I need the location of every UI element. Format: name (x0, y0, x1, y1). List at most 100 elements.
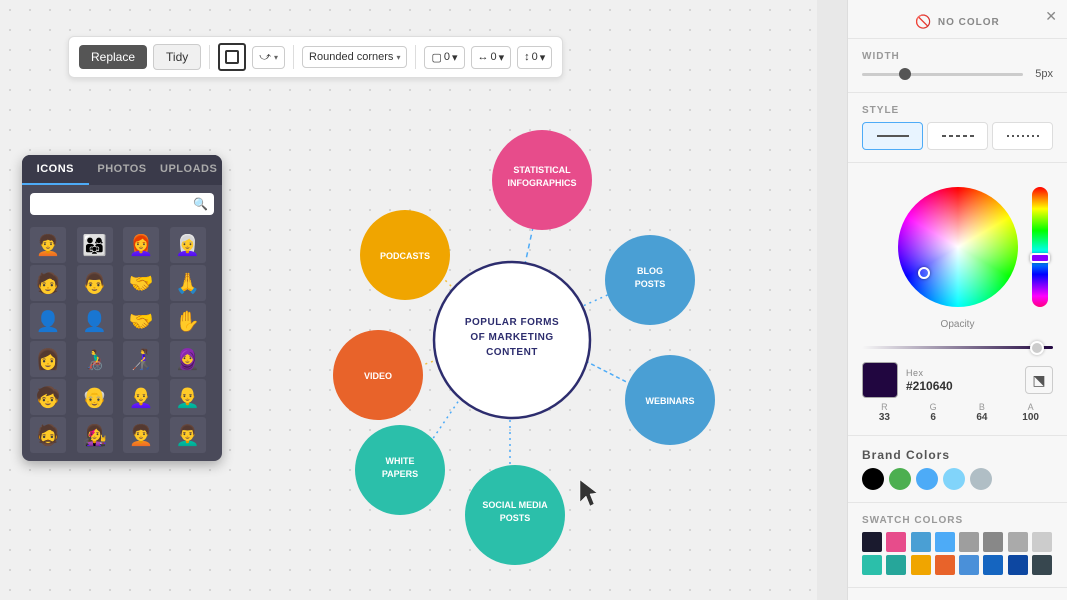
solid-line-icon (877, 135, 909, 137)
h-value: 0 (491, 51, 497, 63)
r-label: R (862, 402, 907, 412)
list-item[interactable]: 🧑‍🦱 (123, 417, 159, 453)
brand-swatch[interactable] (862, 468, 884, 490)
tab-uploads[interactable]: UPLOADS (155, 155, 222, 185)
swatch-item[interactable] (1032, 532, 1052, 552)
opacity-row (862, 336, 1053, 354)
swatch-item[interactable] (1032, 555, 1052, 575)
swatch-item[interactable] (911, 555, 931, 575)
swatch-item[interactable] (862, 555, 882, 575)
solid-style-option[interactable] (862, 122, 923, 150)
swatch-item[interactable] (1008, 555, 1028, 575)
right-panel: ✕ 🚫 NO COLOR WIDTH 5px STYLE (847, 0, 1067, 600)
r-value: 33 (862, 412, 907, 423)
swatch-item[interactable] (1008, 532, 1028, 552)
horizontal-spacing-control[interactable]: ↔ 0 ▾ (471, 46, 512, 69)
brand-swatch[interactable] (889, 468, 911, 490)
list-item[interactable]: 👩‍🦯 (123, 341, 159, 377)
list-item[interactable]: 👨‍👩‍👧 (77, 227, 113, 263)
brand-swatch[interactable] (943, 468, 965, 490)
svg-text:STATISTICAL: STATISTICAL (513, 165, 571, 175)
v-arrow-icon: ↕ (524, 51, 530, 63)
svg-text:SOCIAL MEDIA: SOCIAL MEDIA (482, 500, 548, 510)
list-item[interactable]: 👨‍🦱 (170, 417, 206, 453)
tidy-button[interactable]: Tidy (153, 44, 201, 70)
color-input-row: Hex #210640 ⬔ (862, 362, 1053, 398)
shape-selector[interactable] (218, 43, 246, 71)
list-item[interactable]: 🧑 (30, 265, 66, 301)
list-item[interactable]: 👩‍🦲 (123, 379, 159, 415)
style-options (862, 122, 1053, 150)
swatch-item[interactable] (935, 532, 955, 552)
svg-text:POPULAR FORMS: POPULAR FORMS (465, 317, 559, 328)
list-item[interactable]: 👤 (30, 303, 66, 339)
list-item[interactable]: 🧔 (30, 417, 66, 453)
list-item[interactable]: 🧕 (170, 341, 206, 377)
dashed-style-option[interactable] (927, 122, 988, 150)
vertical-spacing-control[interactable]: ↕ 0 ▾ (517, 46, 552, 69)
brand-swatch[interactable] (916, 468, 938, 490)
width-row: 5px (862, 68, 1053, 80)
swatch-item[interactable] (983, 555, 1003, 575)
search-input[interactable] (30, 193, 214, 215)
opacity-slider[interactable] (862, 346, 1053, 349)
hex-value[interactable]: #210640 (906, 379, 1017, 393)
panel-tabs: ICONS PHOTOS UPLOADS (22, 155, 222, 185)
eyedropper-button[interactable]: ⬔ (1025, 366, 1053, 394)
color-wheel-section: Opacity Hex #210640 ⬔ R 33 G 6 B 64 (848, 163, 1067, 436)
list-item[interactable]: 👩‍🎤 (77, 417, 113, 453)
list-item[interactable]: 👴 (77, 379, 113, 415)
close-button[interactable]: ✕ (1045, 8, 1057, 25)
search-button[interactable]: 🔍 (193, 197, 208, 211)
b-channel: B 64 (960, 402, 1005, 423)
hex-label: Hex (906, 368, 1017, 378)
list-item[interactable]: 🙏 (170, 265, 206, 301)
list-item[interactable]: 👤 (77, 303, 113, 339)
b-label: B (960, 402, 1005, 412)
brand-swatch[interactable] (970, 468, 992, 490)
replace-button[interactable]: Replace (79, 45, 147, 69)
list-item[interactable]: 👨‍🦽 (77, 341, 113, 377)
list-item[interactable]: 👩‍🦰 (123, 227, 159, 263)
color-wheel-container[interactable] (898, 187, 1018, 307)
svg-text:POSTS: POSTS (635, 279, 666, 289)
g-channel: G 6 (911, 402, 956, 423)
a-channel: A 100 (1008, 402, 1053, 423)
border-width-control[interactable]: ▢ 0 ▾ (424, 46, 464, 69)
color-swatch-large[interactable] (862, 362, 898, 398)
tab-photos[interactable]: PHOTOS (89, 155, 156, 185)
swatch-item[interactable] (862, 532, 882, 552)
swatch-item[interactable] (935, 555, 955, 575)
list-item[interactable]: 🤝 (123, 303, 159, 339)
corners-dropdown[interactable]: Rounded corners ▾ (302, 46, 407, 68)
tab-icons[interactable]: ICONS (22, 155, 89, 185)
list-item[interactable]: 👩‍🦳 (170, 227, 206, 263)
list-item[interactable]: 🧒 (30, 379, 66, 415)
arrow-icon: ⤻ (259, 51, 271, 64)
list-item[interactable]: 👨 (77, 265, 113, 301)
dotted-style-option[interactable] (992, 122, 1053, 150)
arrow-dropdown[interactable]: ⤻ ▾ (252, 46, 285, 69)
toolbar-divider-2 (293, 45, 294, 69)
list-item[interactable]: 🧑‍🦱 (30, 227, 66, 263)
left-panel: ICONS PHOTOS UPLOADS 🔍 🧑‍🦱 👨‍👩‍👧 👩‍🦰 👩‍🦳… (22, 155, 222, 461)
width-label: WIDTH (862, 51, 1053, 62)
color-wheel[interactable] (898, 187, 1018, 307)
swatch-item[interactable] (959, 532, 979, 552)
hue-slider[interactable] (1032, 187, 1048, 307)
list-item[interactable]: 🤝 (123, 265, 159, 301)
list-item[interactable]: 👨‍🦲 (170, 379, 206, 415)
corners-label: Rounded corners (309, 51, 393, 63)
swatch-item[interactable] (911, 532, 931, 552)
swatch-item[interactable] (886, 555, 906, 575)
swatch-grid (862, 532, 1053, 575)
border-icon: ▢ (431, 51, 441, 64)
hex-input-block: Hex #210640 (906, 368, 1017, 393)
icons-grid: 🧑‍🦱 👨‍👩‍👧 👩‍🦰 👩‍🦳 🧑 👨 🤝 🙏 👤 👤 🤝 ✋ 👩 👨‍🦽 … (22, 223, 222, 461)
swatch-item[interactable] (983, 532, 1003, 552)
list-item[interactable]: 👩 (30, 341, 66, 377)
swatch-item[interactable] (886, 532, 906, 552)
width-slider[interactable] (862, 73, 1023, 76)
swatch-item[interactable] (959, 555, 979, 575)
list-item[interactable]: ✋ (170, 303, 206, 339)
